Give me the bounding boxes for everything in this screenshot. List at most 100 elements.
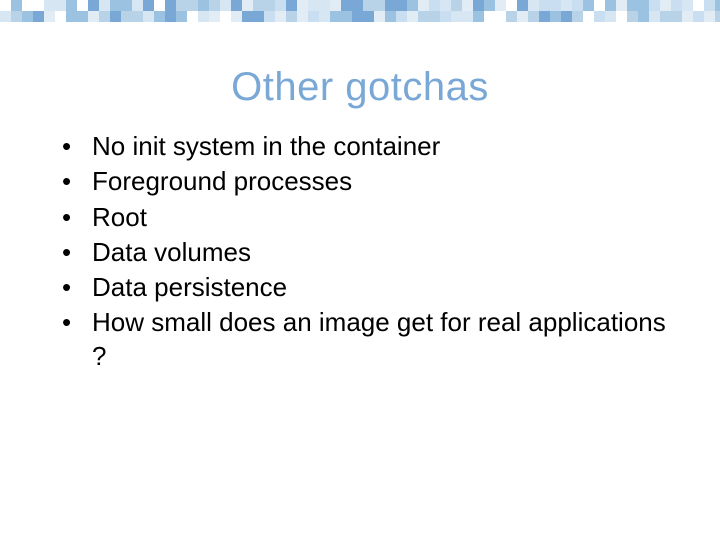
mosaic-cell [0, 11, 11, 22]
mosaic-cell [473, 0, 484, 11]
mosaic-cell [132, 0, 143, 11]
mosaic-cell [231, 11, 242, 22]
mosaic-cell [451, 0, 462, 11]
mosaic-cell [715, 0, 720, 11]
mosaic-cell [561, 0, 572, 11]
mosaic-cell [297, 11, 308, 22]
mosaic-cell [462, 0, 473, 11]
mosaic-cell [176, 0, 187, 11]
list-item: Data volumes [50, 236, 670, 269]
mosaic-cell [561, 11, 572, 22]
mosaic-cell [528, 11, 539, 22]
mosaic-cell [352, 11, 363, 22]
mosaic-cell [176, 11, 187, 22]
mosaic-cell [539, 0, 550, 11]
mosaic-cell [319, 0, 330, 11]
mosaic-cell [671, 0, 682, 11]
mosaic-cell [308, 0, 319, 11]
mosaic-cell [473, 11, 484, 22]
mosaic-cell [495, 11, 506, 22]
mosaic-cell [275, 0, 286, 11]
mosaic-cell [330, 0, 341, 11]
mosaic-cell [539, 11, 550, 22]
list-item: No init system in the container [50, 130, 670, 163]
mosaic-cell [407, 11, 418, 22]
mosaic-cell [220, 11, 231, 22]
mosaic-cell [605, 11, 616, 22]
mosaic-cell [616, 0, 627, 11]
mosaic-cell [264, 11, 275, 22]
mosaic-cell [506, 11, 517, 22]
mosaic-cell [297, 0, 308, 11]
mosaic-cell [616, 11, 627, 22]
mosaic-cell [0, 0, 11, 11]
mosaic-cell [330, 11, 341, 22]
mosaic-cell [66, 0, 77, 11]
mosaic-cell [484, 0, 495, 11]
mosaic-cell [374, 0, 385, 11]
mosaic-cell [649, 0, 660, 11]
mosaic-cell [154, 11, 165, 22]
mosaic-cell [451, 11, 462, 22]
mosaic-cell [286, 11, 297, 22]
mosaic-cell [308, 11, 319, 22]
mosaic-cell [132, 11, 143, 22]
mosaic-cell [638, 11, 649, 22]
mosaic-cell [418, 11, 429, 22]
mosaic-cell [220, 0, 231, 11]
mosaic-cell [407, 0, 418, 11]
mosaic-cell [341, 0, 352, 11]
mosaic-cell [253, 0, 264, 11]
mosaic-cell [506, 0, 517, 11]
mosaic-cell [44, 11, 55, 22]
mosaic-cell [550, 0, 561, 11]
mosaic-cell [572, 11, 583, 22]
mosaic-cell [275, 11, 286, 22]
mosaic-cell [253, 11, 264, 22]
mosaic-cell [143, 0, 154, 11]
mosaic-cell [693, 11, 704, 22]
mosaic-cell [374, 11, 385, 22]
mosaic-cell [484, 11, 495, 22]
mosaic-cell [528, 0, 539, 11]
mosaic-cell [264, 0, 275, 11]
list-item: How small does an image get for real app… [50, 306, 670, 373]
mosaic-cell [396, 11, 407, 22]
mosaic-cell [517, 0, 528, 11]
decorative-mosaic-strip [0, 0, 720, 22]
mosaic-cell [209, 0, 220, 11]
mosaic-cell [440, 11, 451, 22]
mosaic-cell [11, 0, 22, 11]
mosaic-cell [187, 11, 198, 22]
mosaic-cell [605, 0, 616, 11]
mosaic-cell [572, 0, 583, 11]
mosaic-cell [660, 11, 671, 22]
mosaic-cell [363, 0, 374, 11]
mosaic-cell [352, 0, 363, 11]
mosaic-cell [693, 0, 704, 11]
mosaic-cell [715, 11, 720, 22]
mosaic-cell [99, 0, 110, 11]
slide-title: Other gotchas [0, 65, 720, 110]
mosaic-cell [704, 0, 715, 11]
mosaic-cell [44, 0, 55, 11]
mosaic-cell [517, 11, 528, 22]
mosaic-cell [660, 0, 671, 11]
mosaic-cell [231, 0, 242, 11]
mosaic-cell [594, 11, 605, 22]
mosaic-cell [99, 11, 110, 22]
mosaic-cell [704, 11, 715, 22]
mosaic-cell [495, 0, 506, 11]
mosaic-cell [671, 11, 682, 22]
mosaic-cell [550, 11, 561, 22]
mosaic-cell [187, 0, 198, 11]
mosaic-cell [341, 11, 352, 22]
mosaic-cell [649, 11, 660, 22]
mosaic-row [0, 0, 720, 11]
mosaic-cell [121, 0, 132, 11]
mosaic-cell [286, 0, 297, 11]
bullet-list: No init system in the container Foregrou… [50, 130, 670, 375]
mosaic-cell [385, 0, 396, 11]
mosaic-cell [55, 0, 66, 11]
mosaic-cell [88, 0, 99, 11]
